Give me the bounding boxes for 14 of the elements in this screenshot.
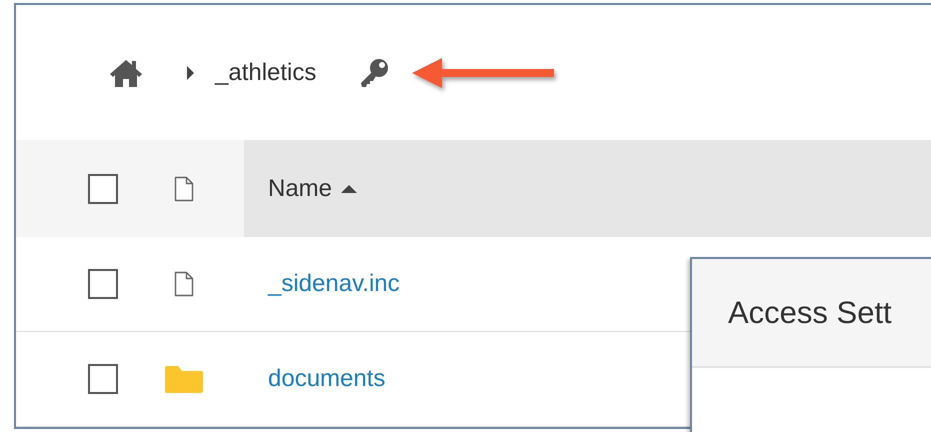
checkbox[interactable] — [88, 364, 118, 394]
file-link[interactable]: _sidenav.inc — [244, 270, 400, 297]
home-icon[interactable] — [108, 58, 144, 88]
breadcrumb-link[interactable]: _athletics — [215, 58, 316, 86]
file-icon — [174, 176, 194, 202]
file-icon — [174, 271, 194, 297]
caret-icon — [186, 64, 195, 80]
column-header[interactable]: Name — [244, 140, 931, 237]
folder-icon — [164, 364, 204, 394]
checkbox[interactable] — [88, 269, 118, 299]
key-icon[interactable] — [358, 58, 390, 88]
checkbox[interactable] — [88, 174, 118, 204]
file-link[interactable]: documents — [244, 365, 386, 392]
dialog-title: Access Sett — [728, 294, 892, 330]
